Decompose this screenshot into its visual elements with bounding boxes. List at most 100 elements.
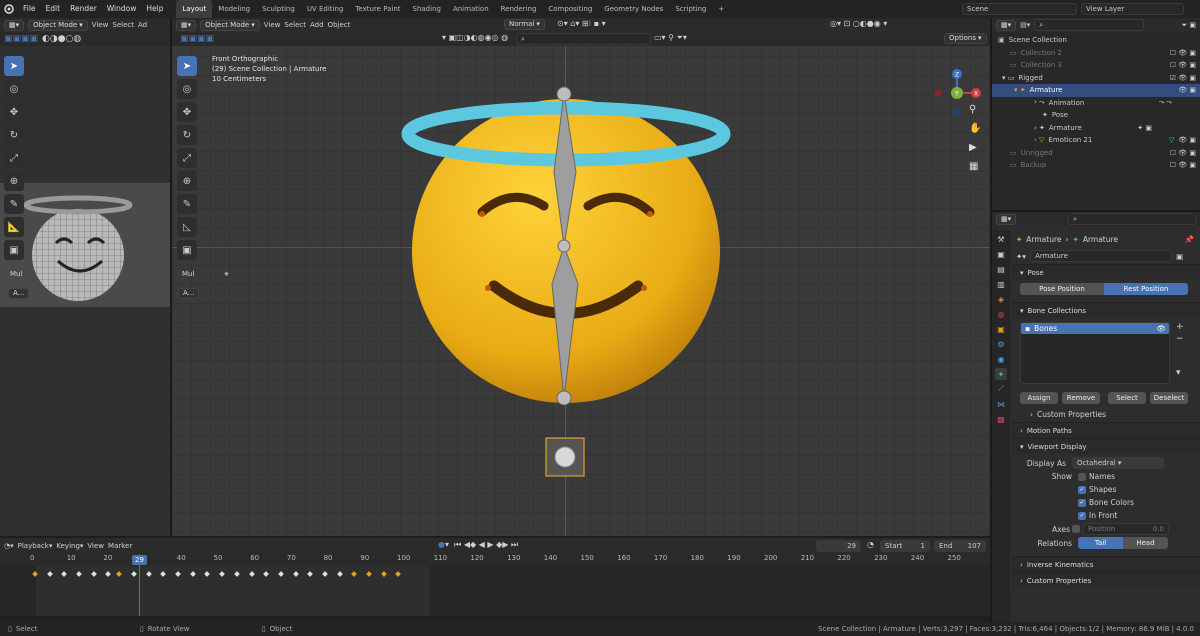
view-layer-tab-icon[interactable]: ▥ <box>995 278 1007 290</box>
tab-geometry-nodes[interactable]: Geometry Nodes <box>598 0 669 18</box>
playback-menu[interactable]: Playback▾ <box>18 542 53 550</box>
keyframe-diamond[interactable] <box>175 571 181 577</box>
keyframe-diamond[interactable] <box>248 571 255 577</box>
list-menu-icon[interactable]: ▾ <box>1176 368 1184 378</box>
cursor-tool-icon[interactable]: ◎ <box>177 79 197 99</box>
menu-edit[interactable]: Edit <box>41 0 66 18</box>
visibility-toggles[interactable]: 👁 ▣ <box>1178 86 1196 94</box>
keyframe-diamond[interactable] <box>322 571 328 577</box>
outliner-editor-type[interactable]: ▦▾ <box>996 19 1017 31</box>
physics-tab-icon[interactable]: ◉ <box>995 353 1007 365</box>
keyframe-diamond[interactable] <box>32 571 38 577</box>
data-browse-icon[interactable]: ✦▾ <box>1016 252 1026 261</box>
bone-colors-checkbox[interactable]: ✓ <box>1078 498 1086 507</box>
left-menu-select[interactable]: Select <box>112 21 134 29</box>
scene-tab-icon[interactable]: ◈ <box>995 293 1007 305</box>
main-menu-add[interactable]: Add <box>310 21 324 29</box>
rest-position-button[interactable]: Rest Position <box>1104 283 1188 295</box>
keyframe-diamond[interactable] <box>131 571 137 577</box>
left-panel-button[interactable]: A... <box>8 288 30 299</box>
keyframe-diamond[interactable] <box>234 571 240 577</box>
outliner-row-pose[interactable]: ✦ Pose <box>992 109 1200 122</box>
filter-icons[interactable]: ▭▾ ⚲ ⏷▾ <box>654 33 687 43</box>
outliner-row-unrigged[interactable]: ▭ Unrigged ☐ 👁 ▣ <box>992 147 1200 160</box>
scale-tool-icon[interactable]: ⤢ <box>177 148 197 168</box>
options-button[interactable]: Options ▾ <box>944 33 987 44</box>
bone-tab-icon[interactable]: ⟋ <box>995 383 1007 395</box>
outliner-row-backup[interactable]: ▭ Backup ☐ 👁 ▣ <box>992 159 1200 172</box>
fake-user-icon[interactable]: ▣ <box>1176 252 1183 261</box>
axes-checkbox[interactable] <box>1072 525 1080 533</box>
outliner-new-collection-icon[interactable]: ⏷ ▣ <box>1182 21 1196 30</box>
left-menu-view[interactable]: View <box>92 21 109 29</box>
tab-modeling[interactable]: Modeling <box>212 0 256 18</box>
menu-render[interactable]: Render <box>65 0 102 18</box>
keyframe-diamond[interactable] <box>61 571 68 577</box>
keying-menu[interactable]: Keying▾ <box>56 542 83 550</box>
outliner-search-input[interactable]: ⌕ <box>1034 19 1145 31</box>
visibility-toggles[interactable]: ☑ 👁 ▣ <box>1170 74 1196 82</box>
transform-orientation-select[interactable]: Normal ▾ <box>504 19 545 30</box>
deselect-button[interactable]: Deselect <box>1150 392 1188 404</box>
end-frame-field[interactable]: End 107 <box>934 540 986 552</box>
left-move-tool-icon[interactable]: ✥ <box>4 102 24 122</box>
outliner-row-collection-2[interactable]: ▭ Collection 2 ☐ 👁 ▣ <box>992 47 1200 60</box>
main-panel-button[interactable]: A... <box>178 288 200 299</box>
modifier-tab-icon[interactable]: ⚙ <box>995 338 1007 350</box>
scene-selector[interactable]: Scene <box>962 3 1077 15</box>
bone-visibility-icon[interactable]: 👁 <box>1156 324 1166 333</box>
visibility-toggles[interactable]: ☐ 👁 ▣ <box>1170 149 1196 157</box>
playhead-frame-badge[interactable]: 29 <box>132 555 147 565</box>
axes-position-field[interactable]: Position 0.0 <box>1083 523 1169 535</box>
zoom-icon[interactable]: ⚲ <box>969 104 981 115</box>
clock-icon[interactable]: ◔ <box>867 540 874 549</box>
render-tab-icon[interactable]: ▣ <box>995 248 1007 260</box>
visibility-toggles[interactable]: ☐ 👁 ▣ <box>1170 61 1196 69</box>
main-menu-object[interactable]: Object <box>328 21 351 29</box>
main-select-mode-icons[interactable]: ▣▣▣▣ <box>180 34 214 44</box>
keyframe-diamond[interactable] <box>278 571 284 577</box>
keyframe-diamond[interactable] <box>90 571 97 577</box>
left-transform-tool-icon[interactable]: ⊕ <box>4 171 24 191</box>
bone-list-item[interactable]: ▪ Bones 👁 <box>1021 323 1169 334</box>
properties-editor-type[interactable]: ▦▾ <box>996 213 1017 225</box>
keyframe-diamond[interactable] <box>76 571 82 577</box>
bone-mid-joint[interactable] <box>557 239 571 253</box>
main-editor-type-button[interactable]: ▦▾ <box>176 19 197 31</box>
outliner-filter-icon[interactable]: ▤▾ <box>1020 21 1030 29</box>
menu-file[interactable]: File <box>18 0 41 18</box>
select-mode-icons[interactable]: ▣▣▣▣ <box>4 34 38 44</box>
timeline-editor-type[interactable]: ◔▾ <box>4 542 14 550</box>
keyframe-diamond[interactable] <box>307 571 314 577</box>
names-checkbox[interactable] <box>1078 472 1086 481</box>
data-name-field[interactable]: Armature <box>1030 250 1173 262</box>
shapes-checkbox[interactable]: ✓ <box>1078 485 1086 494</box>
playback-controls[interactable]: ●▾ ⏮ ◀◆ ◀ ▶ ◆▶ ⏭ <box>438 540 518 550</box>
visibility-toggles[interactable]: ☐ 👁 ▣ <box>1170 49 1196 57</box>
tab-sculpting[interactable]: Sculpting <box>256 0 301 18</box>
output-tab-icon[interactable]: ▤ <box>995 263 1007 275</box>
tab-rendering[interactable]: Rendering <box>495 0 543 18</box>
outliner-row-animation[interactable]: › ⤳ Animation ⤳ ⤳ <box>992 97 1200 110</box>
annotate-tool-icon[interactable]: ✎ <box>177 194 197 214</box>
outliner-row-scene-collection[interactable]: ▣ Scene Collection <box>992 34 1200 47</box>
viewport-search-input[interactable]: ⌕ <box>516 33 651 45</box>
main-menu-select[interactable]: Select <box>284 21 306 29</box>
outliner-row-armature-data[interactable]: › ✦ Armature ✦ ▣ <box>992 122 1200 135</box>
timeline-view-menu[interactable]: View <box>87 542 104 550</box>
pose-panel-header[interactable]: ▾ Pose <box>1012 264 1200 280</box>
bone-custom-properties-row[interactable]: › Custom Properties <box>1012 406 1200 422</box>
left-annotate-tool-icon[interactable]: ✎ <box>4 194 24 214</box>
left-rotate-tool-icon[interactable]: ↻ <box>4 125 24 145</box>
start-frame-field[interactable]: Start 1 <box>880 540 930 552</box>
emoji-model[interactable] <box>392 76 732 496</box>
tool-tab-icon[interactable]: ⚒ <box>995 233 1007 245</box>
action-icons[interactable]: ⤳ ⤳ <box>1159 98 1172 107</box>
tab-animation[interactable]: Animation <box>447 0 495 18</box>
left-select-tool-icon[interactable]: ➤ <box>4 56 24 76</box>
tab-shading[interactable]: Shading <box>407 0 447 18</box>
view-layer-selector[interactable]: View Layer <box>1081 3 1184 15</box>
left-add-cube-tool-icon[interactable]: ▣ <box>4 240 24 260</box>
gizmo-toggle-icons[interactable]: ▾ ▣◫◑◐◍◉◎ ◍ <box>442 33 508 42</box>
pose-position-button[interactable]: Pose Position <box>1020 283 1104 295</box>
